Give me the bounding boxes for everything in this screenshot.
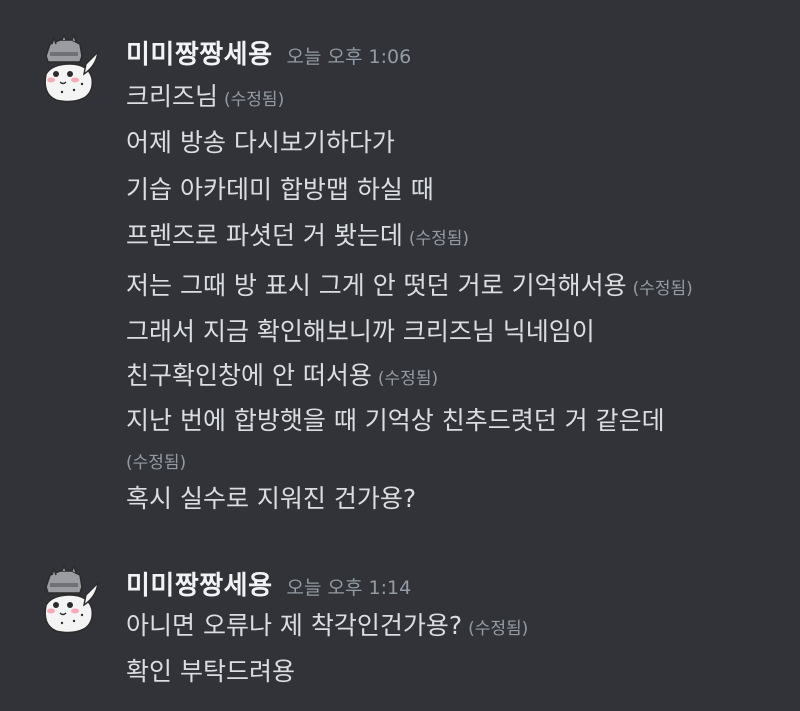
edited-label: (수정됨) bbox=[468, 619, 529, 639]
message-line: 혹시 실수로 지워진 건가용? bbox=[126, 483, 416, 515]
message-line: 그래서 지금 확인해보니까 크리즈님 닉네임이 bbox=[126, 316, 595, 348]
username[interactable]: 미미짱짱세용 bbox=[126, 34, 273, 71]
message-text: 크리즈님 bbox=[126, 82, 219, 111]
message-text: 지난 번에 합방햇을 때 기억상 친추드렷던 거 같은데 bbox=[126, 406, 665, 435]
message-line: 지난 번에 합방햇을 때 기억상 친추드렷던 거 같은데 bbox=[126, 405, 665, 437]
message-line: 기습 아카데미 합방맵 하실 때 bbox=[126, 174, 434, 206]
dragon-knight-avatar-icon bbox=[32, 565, 104, 637]
message-text: 저는 그때 방 표시 그게 안 떳던 거로 기억해서용 bbox=[126, 271, 627, 300]
message-line: 친구확인창에 안 떠서용 (수정됨) bbox=[126, 360, 438, 395]
avatar[interactable] bbox=[32, 34, 104, 106]
message-text: 프렌즈로 파셧던 거 봣는데 bbox=[126, 221, 403, 250]
edited-label: (수정됨) bbox=[224, 90, 285, 110]
message-line: 확인 부탁드려용 bbox=[126, 656, 295, 688]
message-text: 그래서 지금 확인해보니까 크리즈님 닉네임이 bbox=[126, 317, 595, 346]
message-text: 어제 방송 다시보기하다가 bbox=[126, 128, 395, 157]
edited-label: (수정됨) bbox=[408, 229, 470, 249]
edited-label: (수정됨) bbox=[632, 279, 693, 299]
message-text: 아니면 오류나 제 착각인건가용? bbox=[126, 611, 463, 640]
timestamp[interactable]: 오늘 오후 1:06 bbox=[287, 42, 412, 69]
message-header: 미미짱짱세용 오늘 오후 1:06 bbox=[126, 34, 411, 70]
message-line: 프렌즈로 파셧던 거 봣는데 (수정됨) bbox=[126, 220, 469, 255]
message-text: 기습 아카데미 합방맵 하실 때 bbox=[126, 175, 434, 204]
message-line: 아니면 오류나 제 착각인건가용? (수정됨) bbox=[126, 610, 528, 645]
message-line: 어제 방송 다시보기하다가 bbox=[126, 127, 395, 159]
username[interactable]: 미미짱짱세용 bbox=[126, 565, 273, 602]
message-line: 크리즈님 (수정됨) bbox=[126, 81, 284, 116]
edited-label: (수정됨) bbox=[377, 369, 439, 389]
message-text: 혹시 실수로 지워진 건가용? bbox=[126, 484, 417, 513]
message-text: 친구확인창에 안 떠서용 bbox=[126, 361, 372, 390]
message-line: 저는 그때 방 표시 그게 안 떳던 거로 기억해서용 (수정됨) bbox=[126, 270, 693, 305]
timestamp[interactable]: 오늘 오후 1:14 bbox=[287, 573, 412, 600]
dragon-knight-avatar-icon bbox=[32, 34, 104, 106]
edited-label: (수정됨) bbox=[126, 453, 187, 473]
avatar[interactable] bbox=[32, 565, 104, 637]
message-header: 미미짱짱세용 오늘 오후 1:14 bbox=[126, 565, 411, 601]
message-text: 확인 부탁드려용 bbox=[126, 657, 295, 686]
